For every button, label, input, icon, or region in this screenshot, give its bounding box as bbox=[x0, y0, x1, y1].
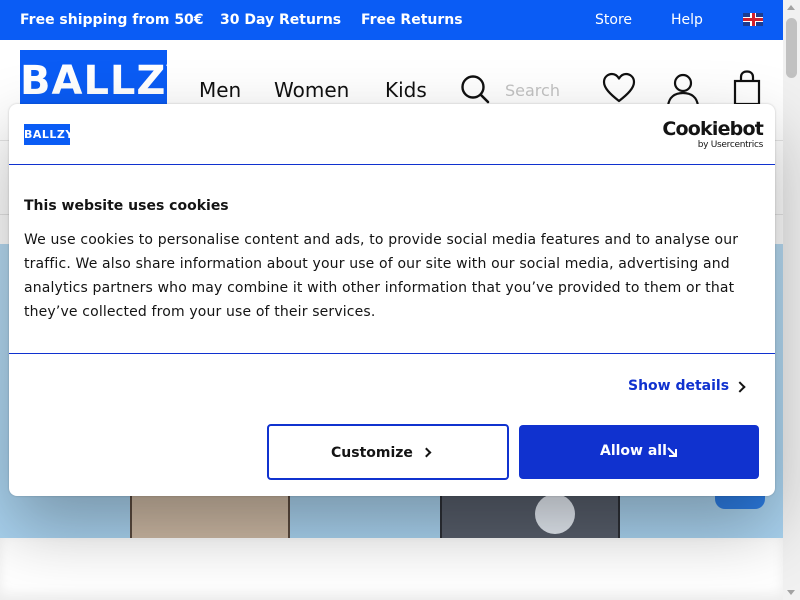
dialog-title: This website uses cookies bbox=[24, 198, 229, 214]
dialog-divider bbox=[9, 353, 775, 354]
show-details-link[interactable]: Show details bbox=[628, 378, 729, 394]
cookiebot-logo[interactable]: Cookiebot by Usercentrics bbox=[659, 118, 763, 150]
customize-button[interactable]: Customize bbox=[267, 424, 509, 480]
customize-button-label: Customize bbox=[331, 445, 413, 461]
arrow-down-right-icon bbox=[667, 447, 677, 457]
chevron-right-icon[interactable] bbox=[734, 381, 746, 393]
scrollbar[interactable] bbox=[783, 0, 800, 600]
dialog-body-text: We use cookies to personalise content an… bbox=[24, 232, 739, 320]
scroll-up-arrow-icon[interactable] bbox=[787, 5, 795, 10]
allow-all-button[interactable]: Allow all bbox=[519, 425, 759, 479]
dialog-divider bbox=[9, 164, 775, 165]
page: Free shipping from 50€ 30 Day Returns Fr… bbox=[0, 0, 800, 600]
dialog-ballzy-logo: BALLZY bbox=[24, 124, 73, 145]
cookiebot-wordmark: Cookiebot bbox=[662, 118, 763, 140]
cookie-consent-dialog: BALLZY Cookiebot by Usercentrics This we… bbox=[9, 104, 775, 496]
scroll-down-arrow-icon[interactable] bbox=[787, 590, 795, 595]
cookiebot-byline: by Usercentrics bbox=[697, 140, 764, 150]
chevron-right-icon bbox=[421, 447, 432, 458]
allow-all-button-label: Allow all bbox=[600, 443, 667, 459]
scrollbar-thumb[interactable] bbox=[786, 18, 797, 78]
